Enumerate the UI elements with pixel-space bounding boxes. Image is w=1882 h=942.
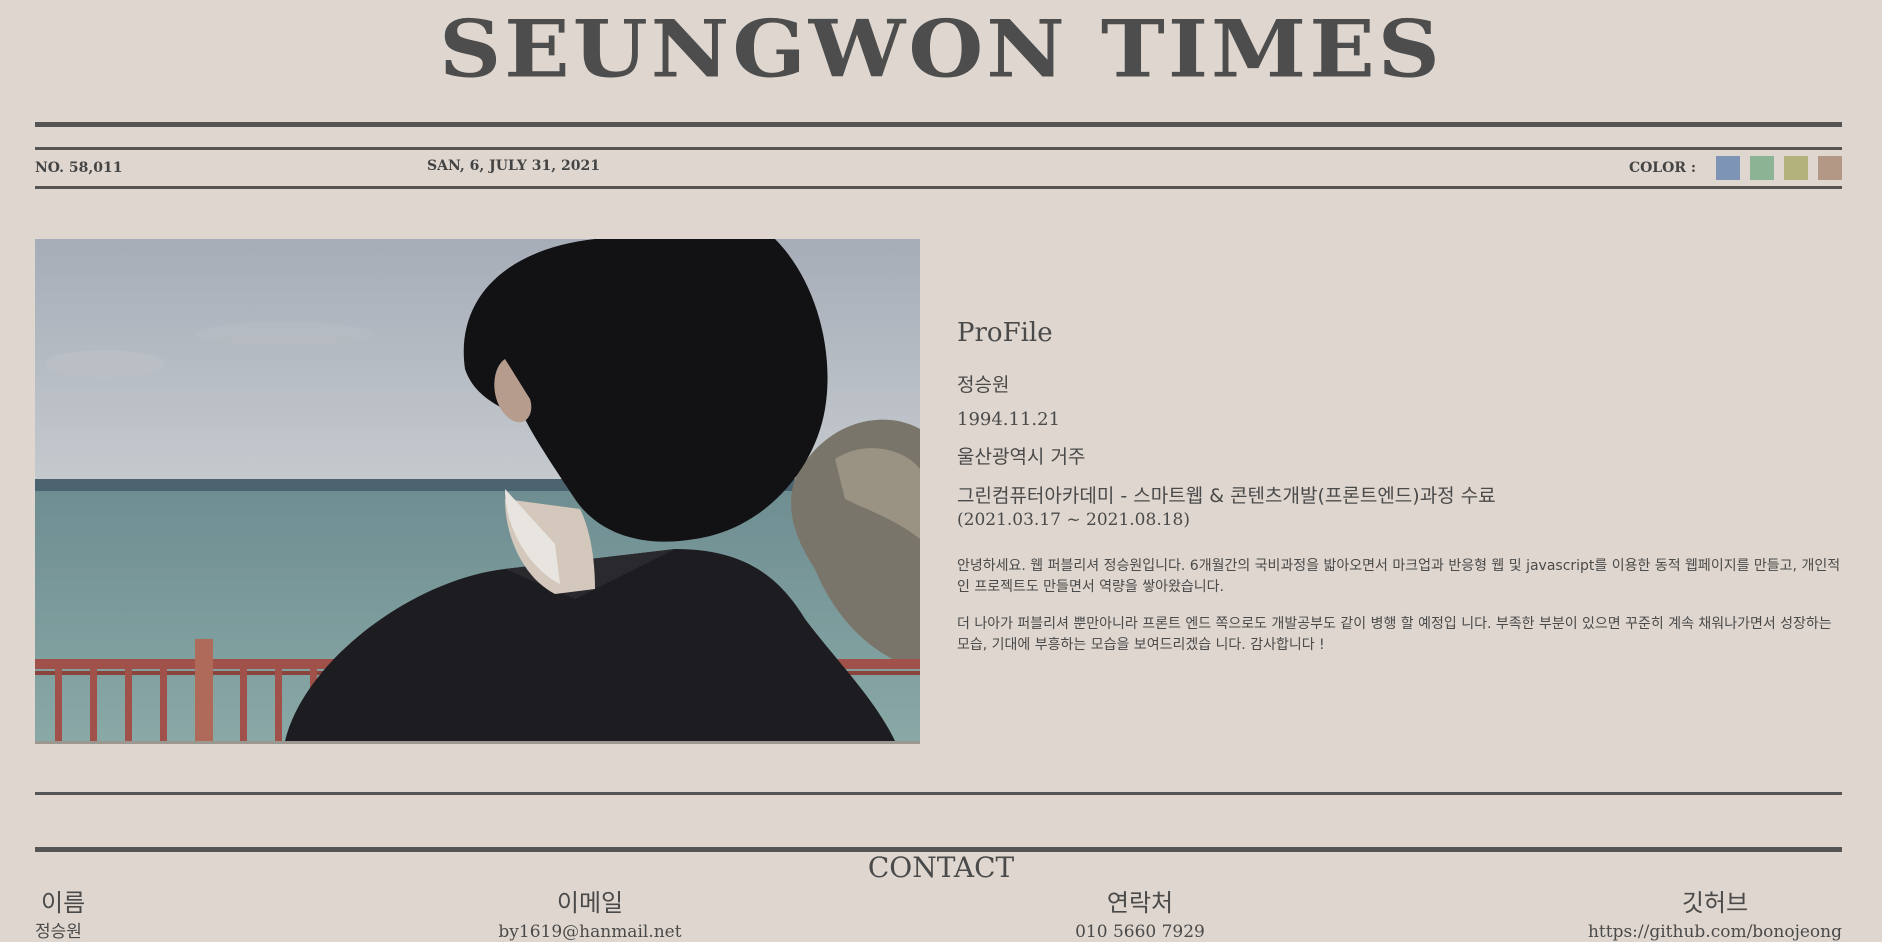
color-label: COLOR : — [1628, 160, 1696, 176]
contact-github-link[interactable]: https://github.com/bonojeong — [1588, 920, 1842, 942]
contact-github-label: 깃허브 — [1681, 889, 1749, 917]
contact-email: 이메일 by1619@hanmail.net — [440, 886, 740, 942]
color-swatch-brown[interactable] — [1818, 156, 1842, 180]
contact-email-value[interactable]: by1619@hanmail.net — [440, 920, 740, 942]
contact-name-value: 정승원 — [35, 922, 82, 942]
issue-date: SAN, 6, JULY 31, 2021 — [427, 158, 600, 174]
masthead-title: SEUNGWON TIMES — [439, 3, 1443, 96]
profile-course-period: (2021.03.17 ~ 2021.08.18) — [957, 510, 1190, 530]
info-bar: NO. 58,011 SAN, 6, JULY 31, 2021 COLOR : — [35, 150, 1842, 186]
profile-goal-paragraph: 더 나아가 퍼블리셔 뿐만아니라 프론트 엔드 쪽으로도 개발공부도 같이 병행… — [957, 616, 1832, 653]
contact-email-label: 이메일 — [556, 889, 624, 917]
issue-number: NO. 58,011 — [35, 160, 123, 176]
contact-name: 이름 정승원 — [35, 886, 85, 942]
profile-location: 울산광역시 거주 — [957, 446, 1086, 468]
page: SEUNGWON TIMES NO. 58,011 SAN, 6, JULY 3… — [0, 0, 1882, 942]
color-picker: COLOR : — [1629, 156, 1842, 180]
contact-title: CONTACT — [867, 851, 1015, 884]
divider-rule — [35, 122, 1842, 127]
profile-section: ProFile 정승원 1994.11.21 울산광역시 거주 그린컴퓨터아카데… — [957, 318, 1845, 672]
profile-photo — [35, 239, 920, 744]
profile-name: 정승원 — [957, 374, 1010, 396]
contact-phone-label: 연락처 — [1106, 889, 1174, 917]
color-swatch-blue[interactable] — [1716, 156, 1740, 180]
color-swatch-green[interactable] — [1750, 156, 1774, 180]
profile-intro-paragraph: 안녕하세요. 웹 퍼블리셔 정승원입니다. 6개월간의 국비과정을 밟아오면서 … — [957, 558, 1841, 595]
contact-name-label: 이름 — [41, 889, 86, 917]
profile-heading: ProFile — [957, 318, 1053, 348]
contact-phone-value: 010 5660 7929 — [1075, 922, 1205, 942]
profile-course: 그린컴퓨터아카데미 - 스마트웹 & 콘텐츠개발(프론트엔드)과정 수료 — [957, 485, 1496, 507]
divider-rule — [35, 186, 1842, 189]
divider-rule — [35, 792, 1842, 795]
profile-birthdate: 1994.11.21 — [957, 409, 1061, 430]
contact-github: 깃허브 https://github.com/bonojeong — [1588, 886, 1842, 942]
color-swatch-olive[interactable] — [1784, 156, 1808, 180]
contact-phone: 연락처 010 5660 7929 — [990, 886, 1290, 942]
